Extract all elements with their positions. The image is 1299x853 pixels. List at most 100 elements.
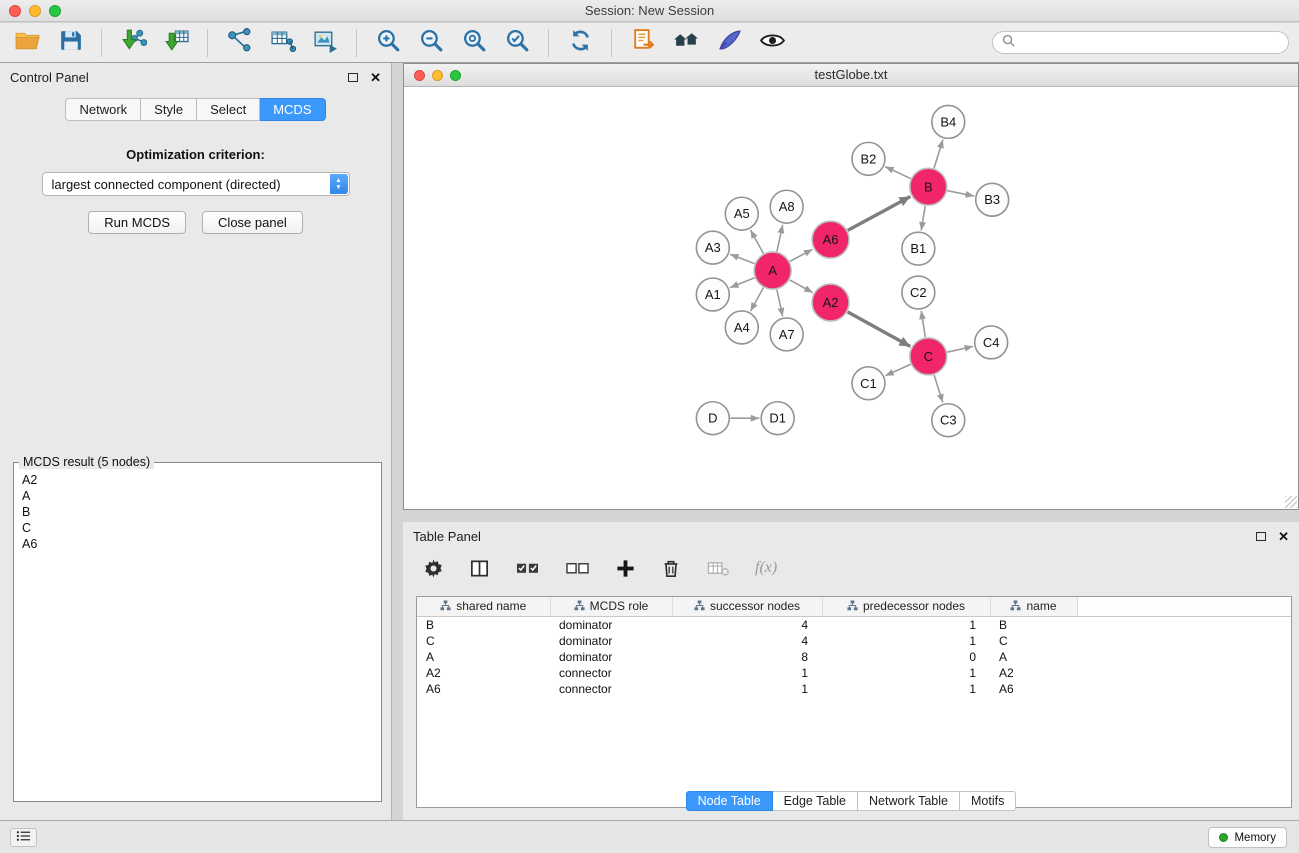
table-cell[interactable]: 1: [822, 665, 990, 681]
table-cell[interactable]: 1: [822, 616, 990, 633]
table-cell[interactable]: C: [990, 633, 1077, 649]
show-details-button[interactable]: [755, 27, 789, 59]
zoom-network-button[interactable]: [450, 70, 461, 81]
graph-node-C1[interactable]: C1: [852, 367, 885, 400]
zoom-out-button[interactable]: [414, 27, 448, 59]
delete-table-icon[interactable]: [706, 558, 730, 579]
table-cell[interactable]: connector: [550, 665, 672, 681]
graph-node-C3[interactable]: C3: [932, 404, 965, 437]
float-panel-icon[interactable]: [348, 73, 358, 82]
table-cell[interactable]: 1: [822, 681, 990, 697]
network-from-table-button[interactable]: [265, 27, 299, 59]
table-row[interactable]: A2connector11A2: [417, 665, 1291, 681]
tab-style[interactable]: Style: [141, 98, 197, 121]
minimize-window-button[interactable]: [29, 5, 41, 17]
table-cell[interactable]: dominator: [550, 633, 672, 649]
graph-node-B[interactable]: B: [910, 168, 947, 205]
select-all-icon[interactable]: [515, 558, 540, 579]
table-cell[interactable]: 1: [822, 633, 990, 649]
close-icon[interactable]: ✕: [1278, 530, 1289, 543]
close-network-button[interactable]: [414, 70, 425, 81]
annotation-button[interactable]: [712, 27, 746, 59]
close-panel-button[interactable]: Close panel: [202, 211, 303, 234]
table-cell[interactable]: 1: [672, 681, 822, 697]
search-box[interactable]: [992, 31, 1289, 54]
refresh-layout-button[interactable]: [563, 27, 597, 59]
resize-grip[interactable]: [1285, 496, 1297, 508]
tab-mcds[interactable]: MCDS: [260, 98, 325, 121]
zoom-window-button[interactable]: [49, 5, 61, 17]
table-settings-gear-icon[interactable]: [423, 558, 444, 579]
column-header[interactable]: MCDS role: [550, 597, 672, 616]
graph-node-A3[interactable]: A3: [696, 231, 729, 264]
memory-button[interactable]: Memory: [1208, 827, 1287, 848]
table-cell[interactable]: A2: [417, 665, 550, 681]
table-row[interactable]: Cdominator41C: [417, 633, 1291, 649]
save-session-button[interactable]: [53, 27, 87, 59]
graph-node-D1[interactable]: D1: [761, 402, 794, 435]
table-cell[interactable]: 0: [822, 649, 990, 665]
graph-node-C4[interactable]: C4: [975, 326, 1008, 359]
zoom-selected-button[interactable]: [500, 27, 534, 59]
table-cell[interactable]: A6: [990, 681, 1077, 697]
table-cell[interactable]: B: [990, 616, 1077, 633]
column-header[interactable]: name: [990, 597, 1077, 616]
task-history-button[interactable]: [10, 828, 37, 847]
graph-node-A5[interactable]: A5: [725, 197, 758, 230]
table-cell[interactable]: 1: [672, 665, 822, 681]
table-cell[interactable]: dominator: [550, 649, 672, 665]
tab-network[interactable]: Network: [65, 98, 141, 121]
graph-node-A4[interactable]: A4: [725, 311, 758, 344]
graph-node-D[interactable]: D: [696, 402, 729, 435]
graph-node-A8[interactable]: A8: [770, 190, 803, 223]
graph-node-A7[interactable]: A7: [770, 318, 803, 351]
new-network-button[interactable]: [222, 27, 256, 59]
graph-node-C[interactable]: C: [910, 338, 947, 375]
graph-node-B2[interactable]: B2: [852, 142, 885, 175]
close-icon[interactable]: ✕: [370, 71, 381, 84]
graph-node-B4[interactable]: B4: [932, 105, 965, 138]
tab-network-table[interactable]: Network Table: [858, 791, 960, 811]
session-document-button[interactable]: [626, 27, 660, 59]
table-cell[interactable]: dominator: [550, 616, 672, 633]
network-canvas[interactable]: B4B2BB3A5A8A6B1A3AC2A1A2A4A7C4CC1C3DD1: [404, 88, 1298, 509]
open-session-button[interactable]: [10, 27, 44, 59]
close-window-button[interactable]: [9, 5, 21, 17]
table-cell[interactable]: A6: [417, 681, 550, 697]
import-network-button[interactable]: [116, 27, 150, 59]
graph-node-B3[interactable]: B3: [976, 183, 1009, 216]
deselect-all-icon[interactable]: [565, 558, 590, 579]
table-cell[interactable]: 4: [672, 633, 822, 649]
export-image-button[interactable]: [308, 27, 342, 59]
column-header[interactable]: predecessor nodes: [822, 597, 990, 616]
function-builder-icon[interactable]: f(x): [755, 559, 777, 577]
table-row[interactable]: A6connector11A6: [417, 681, 1291, 697]
table-row[interactable]: Adominator80A: [417, 649, 1291, 665]
zoom-fit-button[interactable]: [457, 27, 491, 59]
table-cell[interactable]: B: [417, 616, 550, 633]
zoom-in-button[interactable]: [371, 27, 405, 59]
graph-node-A[interactable]: A: [754, 252, 791, 289]
search-input[interactable]: [1021, 36, 1279, 50]
table-cell[interactable]: C: [417, 633, 550, 649]
float-panel-icon[interactable]: [1256, 532, 1266, 541]
run-mcds-button[interactable]: Run MCDS: [88, 211, 186, 234]
column-header[interactable]: shared name: [417, 597, 550, 616]
column-header[interactable]: successor nodes: [672, 597, 822, 616]
minimize-network-button[interactable]: [432, 70, 443, 81]
graph-node-A2[interactable]: A2: [812, 284, 849, 321]
graph-node-A6[interactable]: A6: [812, 221, 849, 258]
table-cell[interactable]: A: [990, 649, 1077, 665]
graph-node-C2[interactable]: C2: [902, 276, 935, 309]
criterion-select[interactable]: largest connected component (directed) ▲…: [42, 172, 350, 196]
table-row[interactable]: Bdominator41B: [417, 616, 1291, 633]
tab-motifs[interactable]: Motifs: [960, 791, 1016, 811]
tab-node-table[interactable]: Node Table: [686, 791, 773, 811]
tab-edge-table[interactable]: Edge Table: [773, 791, 858, 811]
tab-select[interactable]: Select: [197, 98, 260, 121]
delete-column-trash-icon[interactable]: [661, 558, 681, 579]
table-cell[interactable]: connector: [550, 681, 672, 697]
graph-node-A1[interactable]: A1: [696, 278, 729, 311]
table-cell[interactable]: A: [417, 649, 550, 665]
table-cell[interactable]: 8: [672, 649, 822, 665]
